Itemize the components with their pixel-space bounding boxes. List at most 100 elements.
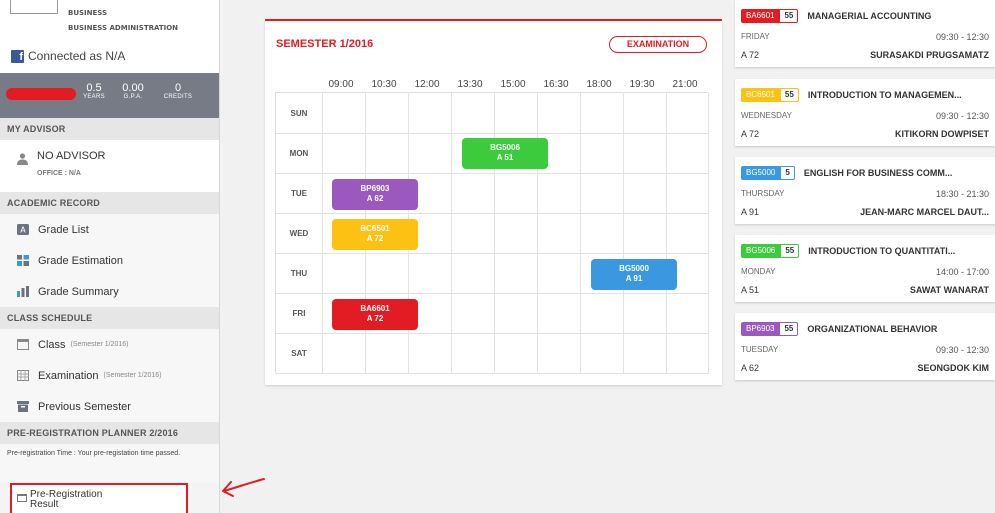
course-room: A 62 xyxy=(741,363,760,373)
schedule-event-bg5006[interactable]: BG5006 A 51 xyxy=(462,138,548,169)
stat-years: 0.5 YEARS xyxy=(74,82,114,100)
time-header: 09:00 10:30 12:00 13:30 15:00 16:30 18:0… xyxy=(265,79,722,93)
prereg-note: Pre-registration Time : Your pre-regista… xyxy=(0,444,219,482)
academic-record-heading: ACADEMIC RECORD xyxy=(0,192,219,214)
event-code: BG5006 xyxy=(490,143,520,152)
student-stats: 0.5 YEARS 0.00 G.P.A. 0 CREDITS xyxy=(0,73,219,118)
connected-label: Connected as N/A xyxy=(28,49,126,63)
grid-line xyxy=(276,333,709,334)
course-card-bc6501[interactable]: BC6501 55 INTRODUCTION TO MANAGEMEN... W… xyxy=(735,79,995,146)
sidebar-item-class[interactable]: Class (Semester 1/2016) xyxy=(0,329,219,360)
event-room: A 72 xyxy=(366,234,384,243)
my-advisor-heading: MY ADVISOR xyxy=(0,118,219,140)
sidebar-item-semester: (Semester 1/2016) xyxy=(70,341,129,348)
sidebar-item-previous-semester[interactable]: Previous Semester xyxy=(0,391,219,422)
course-room: A 51 xyxy=(741,285,760,295)
calendar-grid-icon xyxy=(17,370,29,381)
course-card-bg5006[interactable]: BG5006 55 INTRODUCTION TO QUANTITATI... … xyxy=(735,235,995,302)
examination-button[interactable]: EXAMINATION xyxy=(609,36,707,53)
course-instructor: JEAN-MARC MARCEL DAUT... xyxy=(860,207,989,217)
grid-line xyxy=(276,253,709,254)
grid-line xyxy=(276,293,709,294)
course-title: INTRODUCTION TO MANAGEMEN... xyxy=(807,90,962,100)
app-root: BUSINESS BUSINESS ADMINISTRATION f Conne… xyxy=(0,0,995,513)
sidebar: BUSINESS BUSINESS ADMINISTRATION f Conne… xyxy=(0,0,220,513)
sidebar-item-label: Grade List xyxy=(38,223,89,236)
redacted-student-id xyxy=(6,88,76,100)
schedule-event-ba6601[interactable]: BA6601 A 72 xyxy=(332,299,418,330)
sidebar-item-examination[interactable]: Examination (Semester 1/2016) xyxy=(0,360,219,391)
course-header: BG5006 55 INTRODUCTION TO QUANTITATI... xyxy=(741,244,955,258)
course-instructor: SURASAKDI PRUGSAMATZ xyxy=(870,50,989,60)
day-label: WED xyxy=(289,229,309,238)
schedule-grid: SUN MON TUE WED THU FRI SAT BG5006 A 51 … xyxy=(275,92,709,374)
grid-line xyxy=(537,93,538,374)
profile-photo-frame xyxy=(10,0,58,14)
bar-chart-icon xyxy=(17,286,29,297)
window-icon xyxy=(17,494,27,502)
time-label: 19:30 xyxy=(629,79,655,90)
section-badge: 55 xyxy=(779,88,799,102)
grid-line xyxy=(451,93,452,374)
time-label: 13:30 xyxy=(457,79,483,90)
grid-line xyxy=(623,93,624,374)
profile-header: BUSINESS BUSINESS ADMINISTRATION f Conne… xyxy=(0,0,219,73)
sidebar-item-grade-list[interactable]: A Grade List xyxy=(0,214,219,245)
course-instructor: SEONGDOK KIM xyxy=(917,363,989,373)
stat-credits-value: 0 xyxy=(174,82,182,94)
day-label: TUE xyxy=(291,189,307,198)
time-label: 09:00 xyxy=(328,79,354,90)
sidebar-item-label: Previous Semester xyxy=(38,400,131,413)
svg-text:A: A xyxy=(20,226,26,235)
course-card-ba6601[interactable]: BA6601 55 MANAGERIAL ACCOUNTING FRIDAY 0… xyxy=(735,0,995,67)
sidebar-item-label: Class xyxy=(38,338,66,351)
course-header: BA6601 55 MANAGERIAL ACCOUNTING xyxy=(741,9,931,23)
course-day: MONDAY xyxy=(741,267,776,276)
day-label: THU xyxy=(290,269,308,278)
grade-estimation-icon xyxy=(17,255,29,266)
archive-icon xyxy=(17,401,29,412)
event-code: BP6903 xyxy=(360,184,390,193)
semester-title: SEMESTER 1/2016 xyxy=(276,38,374,50)
course-code-badge: BP6903 xyxy=(741,322,781,336)
event-code: BG5000 xyxy=(619,264,649,273)
course-day: THURSDAY xyxy=(741,189,785,198)
course-header: BG5000 5 ENGLISH FOR BUSINESS COMM... xyxy=(741,166,952,180)
grid-line xyxy=(322,93,323,374)
sidebar-item-label: Examination xyxy=(38,369,99,382)
course-day: FRIDAY xyxy=(741,32,770,41)
course-card-bp6903[interactable]: BP6903 55 ORGANIZATIONAL BEHAVIOR TUESDA… xyxy=(735,313,995,380)
facebook-connect[interactable]: f Connected as N/A xyxy=(11,49,125,63)
day-label: SUN xyxy=(290,109,308,118)
course-title: ENGLISH FOR BUSINESS COMM... xyxy=(803,168,953,178)
stat-gpa-label: G.P.A. xyxy=(123,94,143,100)
prereg-result-button[interactable]: Pre-Registration Result xyxy=(10,483,188,513)
course-list: BA6601 55 MANAGERIAL ACCOUNTING FRIDAY 0… xyxy=(735,0,995,513)
course-time: 09:30 - 12:30 xyxy=(935,345,989,355)
stat-gpa-value: 0.00 xyxy=(122,82,144,94)
stat-credits-label: CREDITS xyxy=(163,94,193,100)
schedule-event-bc6501[interactable]: BC6501 A 72 xyxy=(332,219,418,250)
sidebar-item-grade-summary[interactable]: Grade Summary xyxy=(0,276,219,307)
event-code: BA6601 xyxy=(360,304,390,313)
annotation-arrow xyxy=(222,478,265,497)
course-header: BC6501 55 INTRODUCTION TO MANAGEMEN... xyxy=(741,88,962,102)
event-code: BC6501 xyxy=(360,224,390,233)
person-icon xyxy=(17,153,28,165)
sidebar-item-grade-estimation[interactable]: Grade Estimation xyxy=(0,245,219,276)
schedule-event-bp6903[interactable]: BP6903 A 62 xyxy=(332,179,418,210)
stat-gpa: 0.00 G.P.A. xyxy=(113,82,153,100)
day-label: MON xyxy=(289,149,309,158)
stat-years-value: 0.5 xyxy=(86,82,102,94)
course-card-bg5000[interactable]: BG5000 5 ENGLISH FOR BUSINESS COMM... TH… xyxy=(735,157,995,224)
calendar-icon xyxy=(17,339,29,350)
section-badge: 55 xyxy=(779,9,799,23)
grid-line xyxy=(276,373,709,374)
schedule-event-bg5000[interactable]: BG5000 A 91 xyxy=(591,259,677,290)
course-code-badge: BG5006 xyxy=(741,244,782,258)
course-day: WEDNESDAY xyxy=(741,111,792,120)
grid-line xyxy=(708,93,709,374)
time-label: 12:00 xyxy=(414,79,440,90)
course-title: INTRODUCTION TO QUANTITATI... xyxy=(808,246,956,256)
section-badge: 55 xyxy=(780,244,800,258)
